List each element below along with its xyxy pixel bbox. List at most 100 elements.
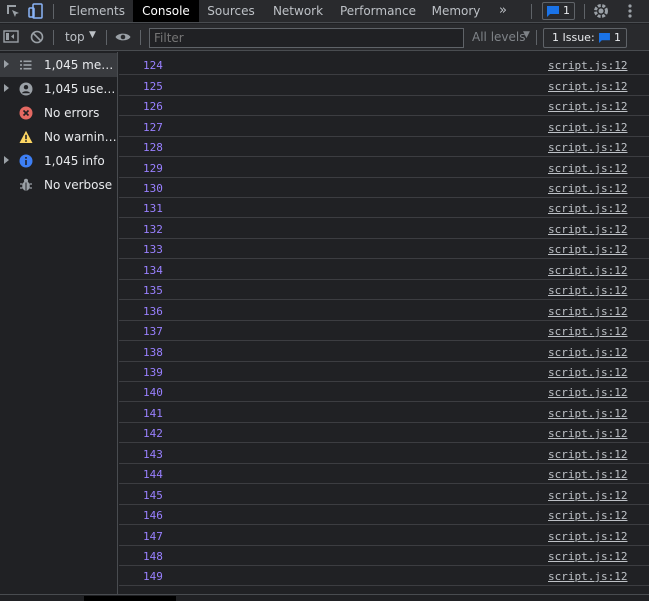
log-value: 142 <box>143 427 163 440</box>
tab-console[interactable]: Console <box>133 0 199 22</box>
log-value: 127 <box>143 121 163 134</box>
messages-badge[interactable]: 1 <box>542 2 575 20</box>
source-link[interactable]: script.js:12 <box>548 570 627 583</box>
console-message-row: 126 script.js:12 <box>119 95 649 116</box>
source-link[interactable]: script.js:12 <box>548 427 627 440</box>
sidebar-item-user-messages[interactable]: 1,045 user ... <box>0 77 117 101</box>
log-value: 140 <box>143 386 163 399</box>
source-link[interactable]: script.js:12 <box>548 530 627 543</box>
source-link[interactable]: script.js:12 <box>548 121 627 134</box>
messages-count: 1 <box>563 4 570 17</box>
console-message-row: 147 script.js:12 <box>119 525 649 546</box>
console-message-row: 127 script.js:12 <box>119 116 649 137</box>
source-link[interactable]: script.js:12 <box>548 141 627 154</box>
console-toolbar: top ▼ All levels ▼ 1 Issue: 1 <box>0 24 649 51</box>
log-value: 145 <box>143 489 163 502</box>
warning-icon <box>19 130 33 144</box>
source-link[interactable]: script.js:12 <box>548 284 627 297</box>
expand-triangle-icon[interactable] <box>4 84 9 92</box>
source-link[interactable]: script.js:12 <box>548 407 627 420</box>
console-message-row: 137 script.js:12 <box>119 320 649 341</box>
source-link[interactable]: script.js:12 <box>548 80 627 93</box>
source-link[interactable]: script.js:12 <box>548 100 627 113</box>
toolbar-divider <box>140 30 141 45</box>
log-value: 141 <box>143 407 163 420</box>
source-link[interactable]: script.js:12 <box>548 509 627 522</box>
toolbar-divider <box>53 30 54 45</box>
console-message-row: 139 script.js:12 <box>119 361 649 382</box>
filter-input[interactable] <box>149 28 464 48</box>
log-value: 130 <box>143 182 163 195</box>
log-value: 137 <box>143 325 163 338</box>
log-levels-dropdown[interactable]: All levels <box>472 30 525 44</box>
sidebar-item-warnings[interactable]: No warnings <box>0 125 117 149</box>
console-message-row: 131 script.js:12 <box>119 197 649 218</box>
device-toolbar-icon[interactable] <box>27 2 45 20</box>
console-message-row: 144 script.js:12 <box>119 463 649 484</box>
eye-icon[interactable] <box>114 28 132 46</box>
source-link[interactable]: script.js:12 <box>548 550 627 563</box>
console-message-row: 136 script.js:12 <box>119 300 649 321</box>
source-link[interactable]: script.js:12 <box>548 162 627 175</box>
console-message-row: 130 script.js:12 <box>119 177 649 198</box>
tab-elements[interactable]: Elements <box>62 0 132 22</box>
sidebar-item-label: 1,045 info <box>44 154 105 168</box>
source-link[interactable]: script.js:12 <box>548 366 627 379</box>
tab-memory[interactable]: Memory <box>424 0 488 22</box>
source-link[interactable]: script.js:12 <box>548 243 627 256</box>
bug-icon <box>19 178 33 192</box>
source-link[interactable]: script.js:12 <box>548 448 627 461</box>
console-message-row: 135 script.js:12 <box>119 279 649 300</box>
tab-network[interactable]: Network <box>264 0 332 22</box>
source-link[interactable]: script.js:12 <box>548 264 627 277</box>
console-message-row: 132 script.js:12 <box>119 218 649 239</box>
drawer-tab[interactable] <box>84 596 176 601</box>
console-message-row: 143 script.js:12 <box>119 443 649 464</box>
more-tabs-button[interactable]: » <box>492 0 514 22</box>
issues-count: 1 <box>614 31 621 44</box>
toolbar-divider <box>53 4 54 19</box>
source-link[interactable]: script.js:12 <box>548 305 627 318</box>
tab-performance[interactable]: Performance <box>334 0 422 22</box>
inspect-element-icon[interactable] <box>4 2 22 20</box>
sidebar-item-info[interactable]: 1,045 info <box>0 149 117 173</box>
source-link[interactable]: script.js:12 <box>548 386 627 399</box>
sidebar-item-label: No verbose <box>44 178 113 192</box>
issues-button[interactable]: 1 Issue: 1 <box>543 28 627 48</box>
source-link[interactable]: script.js:12 <box>548 346 627 359</box>
source-link[interactable]: script.js:12 <box>548 325 627 338</box>
log-value: 131 <box>143 202 163 215</box>
source-link[interactable]: script.js:12 <box>548 202 627 215</box>
console-message-row: 133 script.js:12 <box>119 238 649 259</box>
drawer-strip <box>0 594 649 601</box>
toolbar-divider <box>531 4 532 19</box>
log-value: 135 <box>143 284 163 297</box>
log-value: 147 <box>143 530 163 543</box>
gear-icon[interactable] <box>592 2 610 20</box>
sidebar-item-label: No errors <box>44 106 100 120</box>
sidebar-item-verbose[interactable]: No verbose <box>0 173 117 197</box>
source-link[interactable]: script.js:12 <box>548 223 627 236</box>
clear-console-icon[interactable] <box>28 28 46 46</box>
log-value: 144 <box>143 468 163 481</box>
sidebar-toggle-icon[interactable] <box>2 28 20 46</box>
source-link[interactable]: script.js:12 <box>548 59 627 72</box>
message-icon <box>599 33 610 43</box>
expand-triangle-icon[interactable] <box>4 60 9 68</box>
toolbar-divider <box>536 30 537 45</box>
sidebar-item-messages[interactable]: 1,045 messa... <box>0 53 117 77</box>
expand-triangle-icon[interactable] <box>4 156 9 164</box>
context-selector[interactable]: top <box>65 30 85 44</box>
source-link[interactable]: script.js:12 <box>548 489 627 502</box>
kebab-menu-icon[interactable] <box>621 2 639 20</box>
source-link[interactable]: script.js:12 <box>548 468 627 481</box>
log-value: 133 <box>143 243 163 256</box>
log-value: 139 <box>143 366 163 379</box>
log-value: 124 <box>143 59 163 72</box>
console-message-row: 138 script.js:12 <box>119 341 649 362</box>
tab-sources[interactable]: Sources <box>200 0 262 22</box>
log-value: 128 <box>143 141 163 154</box>
list-icon <box>19 58 33 72</box>
sidebar-item-errors[interactable]: No errors <box>0 101 117 125</box>
source-link[interactable]: script.js:12 <box>548 182 627 195</box>
